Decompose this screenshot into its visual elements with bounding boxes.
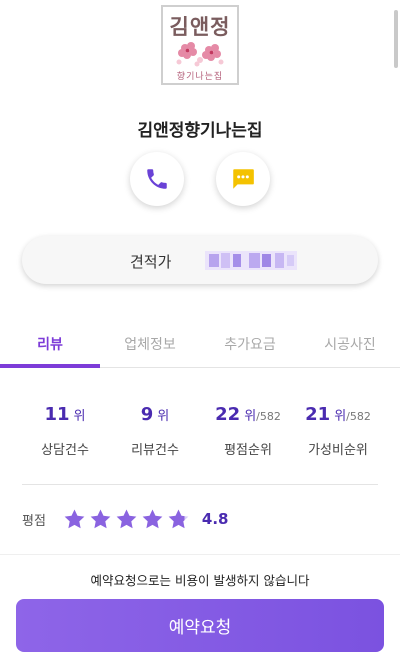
star-icon xyxy=(142,508,163,528)
stat-value: 22 xyxy=(215,404,241,425)
chat-bubble-icon xyxy=(233,169,254,189)
active-tab-indicator xyxy=(0,364,100,368)
logo-title: 김앤정 xyxy=(169,14,231,39)
estimate-bar[interactable]: 견적가 xyxy=(22,236,378,284)
tab-photos[interactable]: 시공사진 xyxy=(300,334,400,354)
stat-caption: 평점순위 xyxy=(224,443,272,458)
stat-caption: 리뷰건수 xyxy=(131,443,179,458)
stat-total: /582 xyxy=(256,410,281,423)
stat-value: 11 xyxy=(44,404,70,425)
rating-row: 평점 4.8 xyxy=(22,506,229,532)
rating-score: 4.8 xyxy=(201,510,229,528)
stat-unit: 위 xyxy=(334,409,347,424)
booking-notice: 예약요청으로는 비용이 발생하지 않습니다 xyxy=(90,573,310,588)
stat-caption: 가성비순위 xyxy=(308,443,368,458)
stat-unit: 위 xyxy=(157,409,170,424)
star-icon xyxy=(90,508,111,528)
star-icon xyxy=(64,508,85,528)
star-icon xyxy=(168,508,189,528)
stat-consults: 11 위 상담건수 xyxy=(22,404,108,458)
stat-value: 21 xyxy=(305,404,331,425)
shop-name: 김앤정향기나는집 xyxy=(137,121,263,141)
scrollbar[interactable] xyxy=(394,10,398,68)
booking-request-button[interactable]: 예약요청 xyxy=(16,599,384,652)
tab-review[interactable]: 리뷰 xyxy=(0,334,100,354)
stat-value-rank: 21 위/582 가성비순위 xyxy=(288,404,388,458)
stat-value: 9 xyxy=(140,404,154,425)
stat-total: /582 xyxy=(346,410,371,423)
blurred-price xyxy=(205,251,297,270)
star-icon xyxy=(116,508,137,528)
chat-button[interactable] xyxy=(216,152,270,206)
stat-reviews: 9위 리뷰건수 xyxy=(112,404,198,458)
estimate-label: 견적가 xyxy=(130,253,172,271)
call-button[interactable] xyxy=(130,152,184,206)
stat-unit: 위 xyxy=(73,409,86,424)
shop-logo: 김앤정 향기나는집 xyxy=(161,5,239,85)
tab-company-info[interactable]: 업체정보 xyxy=(100,334,200,354)
stat-rating-rank: 22 위/582 평점순위 xyxy=(200,404,296,458)
stat-unit: 위 xyxy=(244,409,257,424)
rating-label: 평점 xyxy=(22,513,46,529)
phone-icon xyxy=(147,169,167,189)
tab-bar: 리뷰 업체정보 추가요금 시공사진 xyxy=(0,330,400,368)
logo-subtitle: 향기나는집 xyxy=(176,72,224,82)
divider xyxy=(22,484,378,485)
tab-extra-fee[interactable]: 추가요금 xyxy=(200,334,300,354)
stat-caption: 상담건수 xyxy=(41,443,89,458)
star-rating xyxy=(63,508,190,531)
cherry-blossom-icon xyxy=(176,42,224,67)
